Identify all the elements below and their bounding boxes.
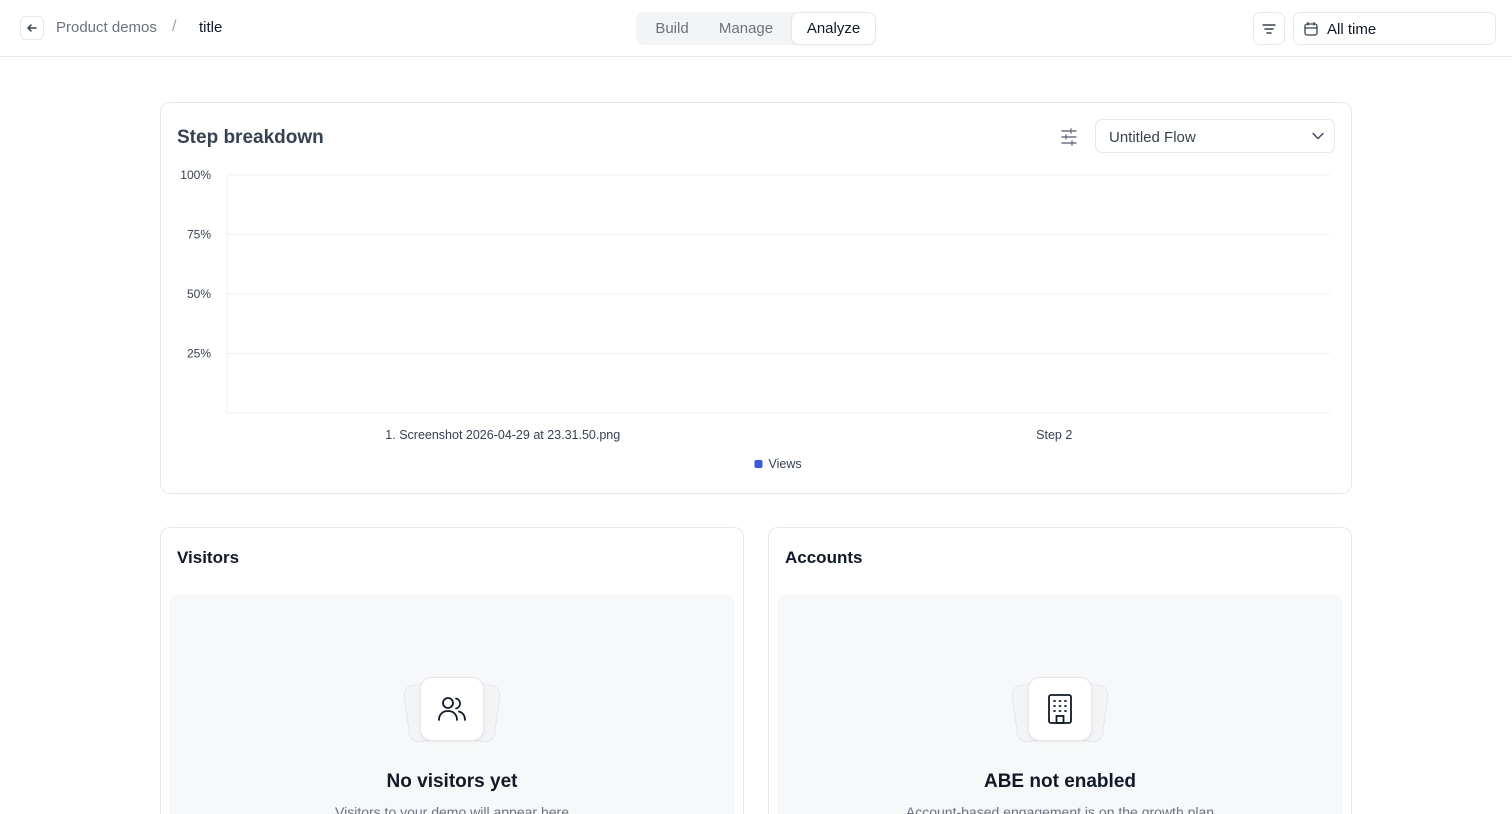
accounts-title: Accounts [785,548,863,567]
x-tick-label: Step 2 [1036,428,1072,442]
flow-select-value: Untitled Flow [1109,129,1196,146]
accounts-card: Accounts ABE not enabled Account-based e… [768,527,1352,814]
visitors-title: Visitors [177,548,240,567]
icon-card-front [420,677,484,741]
sliders-icon[interactable] [1059,127,1079,147]
accounts-icon-stack [1010,677,1110,744]
legend-label: Views [769,457,802,471]
building-icon [1048,694,1072,724]
visitors-icon-stack [402,677,502,744]
date-range-button[interactable]: All time [1293,12,1496,45]
chevron-down-icon [1312,132,1324,140]
tab-analyze[interactable]: Analyze [791,12,876,45]
tab-manage[interactable]: Manage [708,12,784,45]
step-breakdown-title: Step breakdown [177,127,324,148]
step-breakdown-card: Step breakdown Untitled Flow 100% 75% 50% 2… [160,102,1352,494]
view-tabs: Build Manage Analyze [636,12,876,45]
arrow-left-icon [27,24,37,32]
back-button[interactable] [20,16,44,40]
accounts-empty-title: ABE not enabled [983,771,1136,792]
y-tick-label: 25% [187,347,211,361]
y-tick-label: 50% [187,287,211,301]
breadcrumb-separator: / [172,18,177,35]
top-bar: Product demos / title Build Manage Analy… [0,0,1512,57]
accounts-empty-state: ABE not enabled Account-based engagement… [777,594,1343,814]
legend-swatch [754,460,763,468]
breadcrumb-current: title [199,19,223,36]
accounts-empty-subtitle: Account-based engagement is on the growt… [905,804,1215,814]
tab-build[interactable]: Build [640,12,704,45]
icon-card-front [1028,677,1092,741]
visitors-empty-state: No visitors yet Visitors to your demo wi… [169,594,735,814]
users-icon [438,697,466,721]
filter-lines-icon [1262,23,1276,34]
flow-select[interactable]: Untitled Flow [1095,119,1335,153]
date-range-label: All time [1327,21,1377,38]
y-tick-label: 75% [187,228,211,242]
y-tick-label: 100% [180,168,211,182]
calendar-icon [1304,21,1318,36]
breadcrumb-parent-link[interactable]: Product demos [56,19,157,36]
visitors-empty-title: No visitors yet [386,771,518,792]
filter-button[interactable] [1253,12,1285,45]
step-breakdown-chart: 100% 75% 50% 25% 1. Screenshot 2026-04-29 at… [180,168,1330,471]
x-tick-label: 1. Screenshot 2026-04-29 at 23.31.50.png [385,428,620,442]
visitors-empty-subtitle: Visitors to your demo will appear here [335,804,569,814]
visitors-card: Visitors No visitors yet Visitors to you… [160,527,744,814]
